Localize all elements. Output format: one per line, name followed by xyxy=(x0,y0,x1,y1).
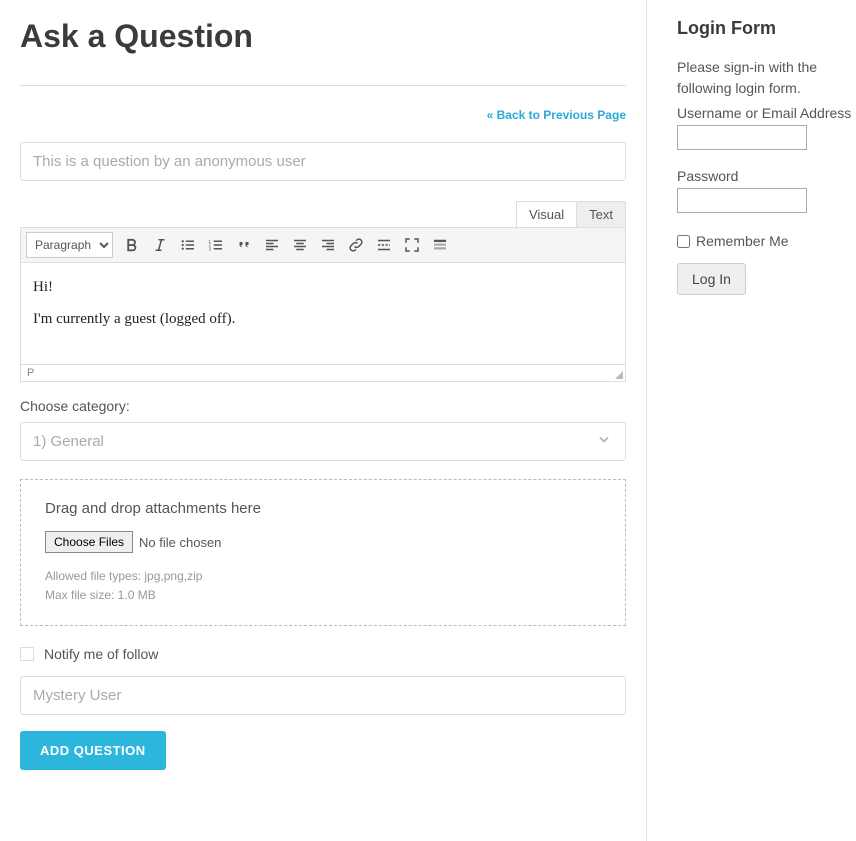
align-center-icon[interactable] xyxy=(287,232,313,258)
file-hint-size: Max file size: 1.0 MB xyxy=(45,586,601,605)
divider xyxy=(20,85,626,86)
category-label: Choose category: xyxy=(20,398,626,414)
login-button[interactable]: Log In xyxy=(677,263,746,295)
editor-line: Hi! xyxy=(33,275,613,299)
align-left-icon[interactable] xyxy=(259,232,285,258)
bulleted-list-icon[interactable] xyxy=(175,232,201,258)
category-select[interactable] xyxy=(20,422,626,461)
blockquote-icon[interactable] xyxy=(231,232,257,258)
dropzone-title: Drag and drop attachments here xyxy=(45,500,601,517)
tab-text[interactable]: Text xyxy=(576,201,626,227)
remember-checkbox[interactable] xyxy=(677,235,690,248)
add-question-button[interactable]: ADD QUESTION xyxy=(20,731,166,770)
notify-row: Notify me of follow xyxy=(20,646,626,662)
insert-readmore-icon[interactable] xyxy=(371,232,397,258)
file-hint-types: Allowed file types: jpg,png,zip xyxy=(45,567,601,586)
link-icon[interactable] xyxy=(343,232,369,258)
remember-label: Remember Me xyxy=(696,233,789,249)
fullscreen-icon[interactable] xyxy=(399,232,425,258)
numbered-list-icon[interactable]: 123 xyxy=(203,232,229,258)
password-label: Password xyxy=(677,168,856,184)
align-right-icon[interactable] xyxy=(315,232,341,258)
login-intro: Please sign-in with the following login … xyxy=(677,57,856,99)
page-title: Ask a Question xyxy=(20,18,626,55)
back-link[interactable]: « Back to Previous Page xyxy=(487,108,626,122)
format-select[interactable]: Paragraph xyxy=(26,232,113,258)
editor-line: I'm currently a guest (logged off). xyxy=(33,307,613,331)
svg-text:3: 3 xyxy=(209,246,212,251)
login-password-input[interactable] xyxy=(677,188,807,213)
italic-icon[interactable] xyxy=(147,232,173,258)
editor-content[interactable]: Hi! I'm currently a guest (logged off). xyxy=(20,263,626,365)
attachment-dropzone[interactable]: Drag and drop attachments here Choose Fi… xyxy=(20,479,626,626)
editor-path: P xyxy=(27,367,34,379)
question-title-input[interactable] xyxy=(20,142,626,181)
editor-toolbar: Paragraph 123 xyxy=(20,227,626,263)
choose-files-button[interactable]: Choose Files xyxy=(45,531,133,553)
login-username-input[interactable] xyxy=(677,125,807,150)
main-content: Ask a Question « Back to Previous Page V… xyxy=(0,0,647,841)
back-link-container: « Back to Previous Page xyxy=(20,106,626,124)
file-status: No file chosen xyxy=(139,535,221,550)
editor-status-bar: P xyxy=(20,365,626,382)
username-label: Username or Email Address xyxy=(677,105,856,121)
editor-tabs: Visual Text xyxy=(20,201,626,227)
resize-handle-icon[interactable] xyxy=(615,371,623,379)
bold-icon[interactable] xyxy=(119,232,145,258)
tab-visual[interactable]: Visual xyxy=(516,201,577,227)
username-input[interactable] xyxy=(20,676,626,715)
login-sidebar: Login Form Please sign-in with the follo… xyxy=(647,0,856,841)
toolbar-toggle-icon[interactable] xyxy=(427,232,453,258)
notify-checkbox[interactable] xyxy=(20,647,34,661)
notify-label: Notify me of follow xyxy=(44,646,158,662)
login-title: Login Form xyxy=(677,18,856,39)
